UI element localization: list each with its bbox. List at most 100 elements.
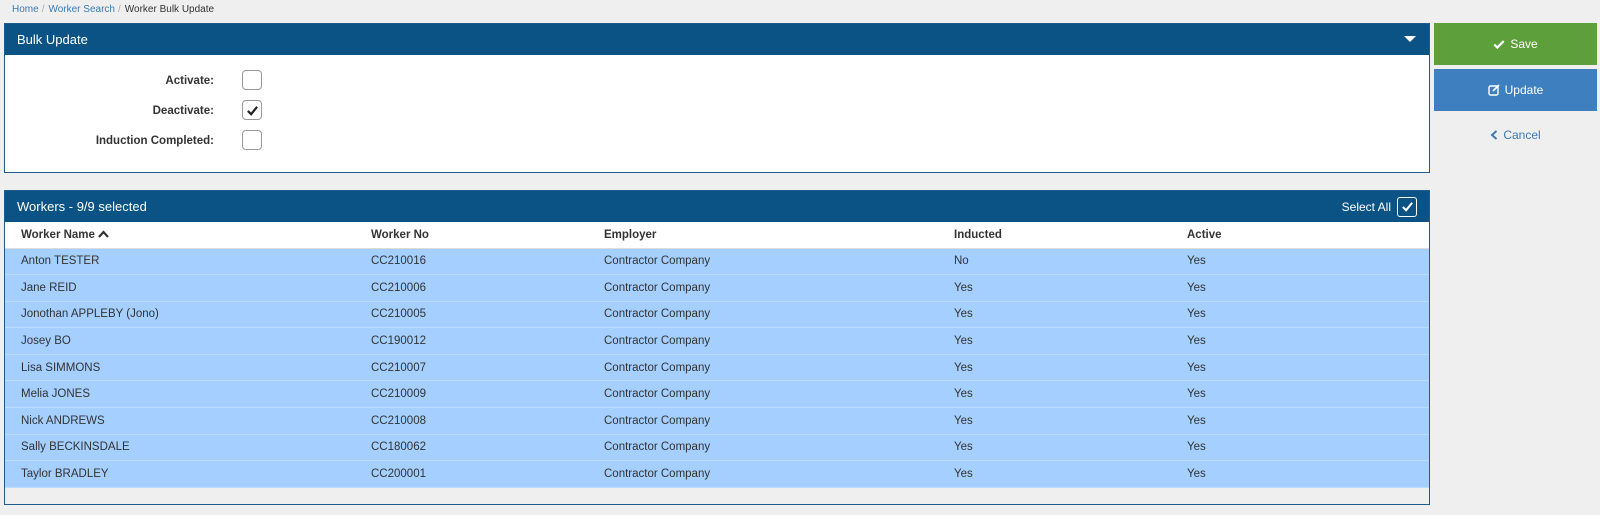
deactivate-row: Deactivate: <box>5 100 305 122</box>
active-cell: Yes <box>1171 274 1429 302</box>
active-cell: Yes <box>1171 327 1429 355</box>
workers-table: Worker Name Worker No Employer Inducted … <box>5 222 1429 488</box>
column-header-employer[interactable]: Employer <box>588 222 938 249</box>
column-header-active[interactable]: Active <box>1171 222 1429 249</box>
bulk-update-panel: Bulk Update Activate: Deactivate: Induct… <box>4 23 1430 173</box>
table-row[interactable]: Jonothan APPLEBY (Jono) CC210005 Contracto… <box>5 301 1429 329</box>
employer-cell: Contractor Company <box>588 248 938 276</box>
employer-cell: Contractor Company <box>588 301 938 329</box>
active-cell: Yes <box>1171 407 1429 435</box>
table-footer <box>5 487 1429 504</box>
check-icon <box>246 105 258 116</box>
worker-name-cell: Nick ANDREWS <box>5 407 355 435</box>
breadcrumb-worker-search-link[interactable]: Worker Search <box>48 4 115 15</box>
worker-name-cell: Jane REID <box>5 274 355 302</box>
employer-cell: Contractor Company <box>588 327 938 355</box>
breadcrumb-current: Worker Bulk Update <box>124 4 215 15</box>
caret-down-icon[interactable] <box>1403 32 1417 47</box>
active-cell: Yes <box>1171 380 1429 409</box>
breadcrumb-separator: / <box>117 4 121 15</box>
worker-no-cell: CC200001 <box>355 460 588 488</box>
edit-icon <box>1487 84 1500 96</box>
select-all-checkbox[interactable] <box>1397 196 1417 217</box>
inducted-cell: Yes <box>938 274 1171 302</box>
update-button[interactable]: Update <box>1434 69 1597 111</box>
worker-no-cell: CC210008 <box>355 407 588 435</box>
worker-no-cell: CC210005 <box>355 301 588 329</box>
worker-name-cell: Sally BECKINSDALE <box>5 434 355 462</box>
induction-completed-row: Induction Completed: <box>5 130 305 152</box>
cancel-button[interactable]: Cancel <box>1434 114 1597 156</box>
inducted-cell: Yes <box>938 407 1171 435</box>
check-icon <box>1493 39 1505 50</box>
breadcrumb-home-link[interactable]: Home <box>12 4 39 15</box>
worker-no-cell: CC210006 <box>355 274 588 302</box>
inducted-cell: Yes <box>938 434 1171 462</box>
deactivate-checkbox[interactable] <box>242 100 262 120</box>
inducted-cell: No <box>938 248 1171 276</box>
breadcrumb-separator: / <box>41 4 45 15</box>
activate-label: Activate: <box>165 75 214 87</box>
induction-completed-checkbox[interactable] <box>242 130 262 150</box>
cancel-label: Cancel <box>1503 128 1541 142</box>
save-label: Save <box>1510 37 1538 51</box>
update-label: Update <box>1504 83 1544 97</box>
table-row[interactable]: Anton TESTER CC210016 Contractor Company No… <box>5 248 1429 276</box>
employer-cell: Contractor Company <box>588 460 938 488</box>
select-all-label: Select All <box>1341 199 1391 214</box>
table-row[interactable]: Josey BO CC190012 Contractor Company Yes Yes <box>5 327 1429 355</box>
worker-name-cell: Lisa SIMMONS <box>5 354 355 382</box>
table-row[interactable]: Sally BECKINSDALE CC180062 Contractor Comp… <box>5 434 1429 462</box>
table-header-row: Worker Name Worker No Employer Inducted … <box>5 222 1429 249</box>
chevron-left-icon <box>1490 130 1498 140</box>
worker-name-cell: Jonothan APPLEBY (Jono) <box>5 301 355 329</box>
worker-no-cell: CC180062 <box>355 434 588 462</box>
bulk-update-header[interactable]: Bulk Update <box>5 24 1429 55</box>
worker-name-cell: Melia JONES <box>5 380 355 409</box>
employer-cell: Contractor Company <box>588 407 938 435</box>
inducted-cell: Yes <box>938 380 1171 409</box>
active-cell: Yes <box>1171 248 1429 276</box>
employer-cell: Contractor Company <box>588 274 938 302</box>
table-row[interactable]: Lisa SIMMONS CC210007 Contractor Company Ye… <box>5 354 1429 382</box>
worker-name-cell: Taylor BRADLEY <box>5 460 355 488</box>
worker-no-cell: CC190012 <box>355 327 588 355</box>
bulk-update-title: Bulk Update <box>17 32 88 47</box>
workers-title: Workers - 9/9 selected <box>17 199 147 214</box>
column-header-worker-no[interactable]: Worker No <box>355 222 588 249</box>
worker-name-cell: Josey BO <box>5 327 355 355</box>
chevron-up-icon <box>98 230 109 241</box>
save-button[interactable]: Save <box>1434 23 1597 65</box>
active-cell: Yes <box>1171 460 1429 488</box>
inducted-cell: Yes <box>938 460 1171 488</box>
induction-completed-label: Induction Completed: <box>95 135 214 147</box>
worker-no-cell: CC210007 <box>355 354 588 382</box>
table-row[interactable]: Jane REID CC210006 Contractor Company Yes Ye… <box>5 274 1429 302</box>
worker-name-cell: Anton TESTER <box>5 248 355 276</box>
check-icon <box>1401 202 1413 212</box>
inducted-cell: Yes <box>938 301 1171 329</box>
inducted-cell: Yes <box>938 354 1171 382</box>
worker-no-cell: CC210009 <box>355 380 588 409</box>
activate-checkbox[interactable] <box>242 70 262 90</box>
table-row[interactable]: Melia JONES CC210009 Contractor Company Yes… <box>5 380 1429 409</box>
table-row[interactable]: Taylor BRADLEY CC200001 Contractor Company… <box>5 460 1429 488</box>
employer-cell: Contractor Company <box>588 380 938 409</box>
inducted-cell: Yes <box>938 327 1171 355</box>
column-header-worker-name[interactable]: Worker Name <box>5 222 355 249</box>
employer-cell: Contractor Company <box>588 434 938 462</box>
workers-header: Workers - 9/9 selected Select All <box>5 191 1429 222</box>
active-cell: Yes <box>1171 354 1429 382</box>
employer-cell: Contractor Company <box>588 354 938 382</box>
column-header-label: Worker Name <box>21 228 95 241</box>
select-all[interactable]: Select All <box>1341 196 1417 217</box>
worker-no-cell: CC210016 <box>355 248 588 276</box>
active-cell: Yes <box>1171 301 1429 329</box>
activate-row: Activate: <box>5 70 305 92</box>
active-cell: Yes <box>1171 434 1429 462</box>
workers-panel: Workers - 9/9 selected Select All Worker… <box>4 190 1430 505</box>
breadcrumb: Home / Worker Search / Worker Bulk Update <box>12 2 214 18</box>
deactivate-label: Deactivate: <box>152 105 214 117</box>
column-header-inducted[interactable]: Inducted <box>938 222 1171 249</box>
table-row[interactable]: Nick ANDREWS CC210008 Contractor Company Ye… <box>5 407 1429 435</box>
